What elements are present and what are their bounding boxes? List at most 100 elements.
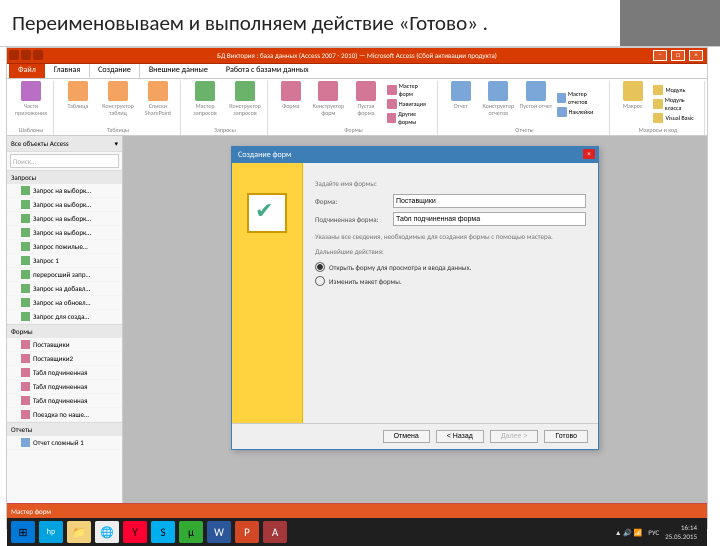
wizard-hint: Указаны все сведения, необходимые для со… [315,232,586,241]
object-icon [21,228,30,237]
wizard-cancel-button[interactable]: Отмена [383,430,430,443]
nav-item[interactable]: Запрос на добавл… [7,282,122,296]
object-icon [21,186,30,195]
table-button[interactable]: Таблица [60,81,96,126]
form-wizard-button[interactable]: Мастер форм [387,82,433,98]
navigation-pane: Все объекты Access▾ Поиск... Запросы Зап… [7,136,123,503]
object-icon [21,396,30,405]
visual-basic-button[interactable]: Visual Basic [653,113,700,123]
ribbon: Части приложения Шаблоны Таблица Констру… [7,79,707,136]
object-icon [21,214,30,223]
subform-name-label: Подчиненная форма: [315,215,387,224]
nav-item[interactable]: переросший запр… [7,268,122,282]
nav-section-queries[interactable]: Запросы [7,170,122,184]
object-icon [21,270,30,279]
tab-database-tools[interactable]: Работа с базами данных [217,62,318,78]
tab-create[interactable]: Создание [89,62,140,78]
lang-indicator[interactable]: РУС [648,528,659,537]
group-macros-label: Макросы и код [616,126,700,135]
nav-search[interactable]: Поиск... [10,154,119,168]
object-icon [21,242,30,251]
object-icon [21,284,30,293]
nav-item[interactable]: Поездка по наше… [7,408,122,422]
checkered-flag-icon [247,193,287,233]
object-icon [21,298,30,307]
object-icon [21,354,30,363]
form-name-label: Форма: [315,197,387,206]
more-forms-button[interactable]: Другие формы [387,110,433,126]
group-tables-label: Таблицы [60,126,176,135]
form-design-button[interactable]: Конструктор форм [312,81,346,126]
wizard-next-button[interactable]: Далее > [490,430,539,443]
maximize-button[interactable]: □ [671,50,685,61]
tab-home[interactable]: Главная [45,62,89,78]
app-parts-button[interactable]: Части приложения [13,81,49,126]
form-button[interactable]: Форма [274,81,308,126]
object-icon [21,438,30,447]
navigation-button[interactable]: Навигация [387,99,433,109]
report-design-button[interactable]: Конструктор отчетов [482,81,516,126]
module-button[interactable]: Модуль [653,85,700,95]
window-title: БД Виктория : база данных (Access 2007 -… [217,51,497,60]
query-wizard-button[interactable]: Мастер запросов [187,81,223,126]
save-icon[interactable] [9,50,19,60]
radio-modify-design[interactable]: Изменить макет формы. [315,276,586,286]
nav-item[interactable]: Запрос пожилые… [7,240,122,254]
wizard-question: Дальнейшие действия: [315,247,586,256]
undo-icon[interactable] [21,50,31,60]
nav-item[interactable]: Запрос на выборк… [7,198,122,212]
access-window: БД Виктория : база данных (Access 2007 -… [6,47,708,529]
tab-file[interactable]: Файл [9,62,45,78]
nav-item[interactable]: Запрос для созда… [7,310,122,324]
wizard-finish-button[interactable]: Готово [544,430,588,443]
object-icon [21,382,30,391]
document-area: Создание форм × Задайте имя формы: Форма… [123,136,707,503]
radio-open-form[interactable]: Открыть форму для просмотра и ввода данн… [315,262,586,272]
sharepoint-lists-button[interactable]: Списки SharePoint [140,81,176,126]
nav-item[interactable]: Табл подчиненная [7,366,122,380]
nav-item[interactable]: Отчет сложный 1 [7,436,122,450]
macro-button[interactable]: Макрос [616,81,650,126]
object-icon [21,312,30,321]
form-name-input[interactable] [393,194,586,208]
redo-icon[interactable] [33,50,43,60]
nav-item[interactable]: Запрос на выборк… [7,212,122,226]
nav-item[interactable]: Запрос на обновл… [7,296,122,310]
slide-accent [620,0,720,46]
taskbar: ⊞ hp 📁 🌐 Y S µ W P A ▲ 🔊 📶 РУС 16:14 25.… [7,518,707,546]
table-design-button[interactable]: Конструктор таблиц [100,81,136,126]
close-button[interactable]: × [689,50,703,61]
nav-item[interactable]: Запрос на выборк… [7,184,122,198]
wizard-sidebar [232,163,303,423]
labels-button[interactable]: Наклейки [557,107,605,117]
report-button[interactable]: Отчет [444,81,478,126]
form-wizard-dialog: Создание форм × Задайте имя формы: Форма… [231,146,599,450]
nav-item[interactable]: Запрос 1 [7,254,122,268]
nav-item[interactable]: Запрос на выборк… [7,226,122,240]
nav-section-reports[interactable]: Отчеты [7,422,122,436]
wizard-intro: Задайте имя формы: [315,179,586,188]
tab-external[interactable]: Внешние данные [140,62,217,78]
minimize-button[interactable]: – [653,50,667,61]
wizard-close-button[interactable]: × [583,149,595,159]
object-icon [21,368,30,377]
nav-item[interactable]: Табл подчиненная [7,380,122,394]
system-tray[interactable]: ▲ 🔊 📶 РУС 16:14 25.05.2015 [615,523,703,541]
subform-name-input[interactable] [393,212,586,226]
nav-item[interactable]: Табл подчиненная [7,394,122,408]
clock-time: 16:14 [681,523,697,532]
query-design-button[interactable]: Конструктор запросов [227,81,263,126]
quick-access-toolbar [9,50,43,60]
class-module-button[interactable]: Модуль класса [653,96,700,112]
group-reports-label: Отчеты [444,126,605,135]
blank-form-button[interactable]: Пустая форма [349,81,383,126]
report-wizard-button[interactable]: Мастер отчетов [557,90,605,106]
nav-item[interactable]: Поставщики [7,338,122,352]
nav-section-forms[interactable]: Формы [7,324,122,338]
nav-item[interactable]: Поставщики2 [7,352,122,366]
blank-report-button[interactable]: Пустой отчет [519,81,553,126]
nav-header[interactable]: Все объекты Access▾ [7,136,122,152]
wizard-titlebar: Создание форм × [232,147,598,163]
wizard-back-button[interactable]: < Назад [436,430,484,443]
object-icon [21,256,30,265]
